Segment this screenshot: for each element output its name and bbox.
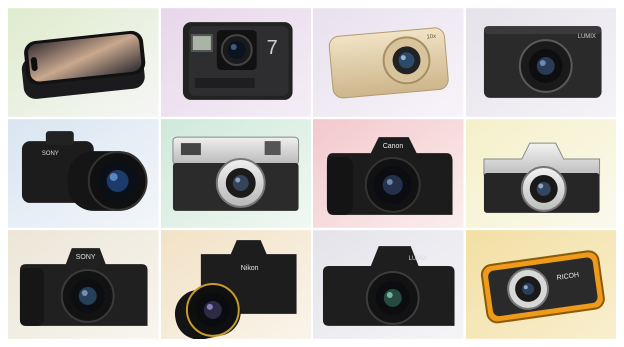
- canon-dslr-image: Canon: [313, 119, 464, 228]
- rugged-camera-image: RICOH: [465, 230, 616, 339]
- smartphone-image: [8, 8, 159, 117]
- bridge-camera-brand: SONY: [42, 151, 59, 157]
- camera-grid: 7 10x LUMIX SONY Canon SONY Nikon LUMIX …: [8, 8, 616, 339]
- compact-camera-gold-tile: 10x: [313, 8, 464, 117]
- retro-silver-camera-tile: [160, 119, 311, 228]
- canon-dslr-tile: Canon: [313, 119, 464, 228]
- lumix-brand: LUMIX: [409, 256, 427, 262]
- bridge-camera-tile: SONY: [8, 119, 159, 228]
- compact-zoom-label: 10x: [426, 34, 436, 41]
- sony-mirrorless-image: SONY: [8, 230, 159, 339]
- silver-mirrorless-tile: [465, 119, 616, 228]
- lumix-mirrorless-tile: LUMIX: [313, 230, 464, 339]
- nikon-dslr-tile: Nikon: [160, 230, 311, 339]
- action-camera-label: 7: [266, 37, 277, 59]
- smartphone-tile: [8, 8, 159, 117]
- action-camera-tile: 7: [160, 8, 311, 117]
- bridge-camera-image: SONY: [8, 119, 159, 228]
- nikon-dslr-image: Nikon: [160, 230, 311, 339]
- sony-mirrorless-tile: SONY: [8, 230, 159, 339]
- compact-camera-gold-image: 10x: [313, 8, 464, 117]
- canon-brand: Canon: [383, 143, 404, 150]
- premium-compact-tile: LUMIX: [465, 8, 616, 117]
- retro-silver-camera-image: [160, 119, 311, 228]
- action-camera-image: 7: [160, 8, 311, 117]
- lumix-mirrorless-image: LUMIX: [313, 230, 464, 339]
- premium-compact-image: LUMIX: [465, 8, 616, 117]
- silver-mirrorless-image: [465, 119, 616, 228]
- sony-brand: SONY: [76, 254, 96, 261]
- nikon-brand: Nikon: [240, 265, 258, 272]
- premium-compact-brand: LUMIX: [577, 34, 595, 40]
- rugged-camera-tile: RICOH: [465, 230, 616, 339]
